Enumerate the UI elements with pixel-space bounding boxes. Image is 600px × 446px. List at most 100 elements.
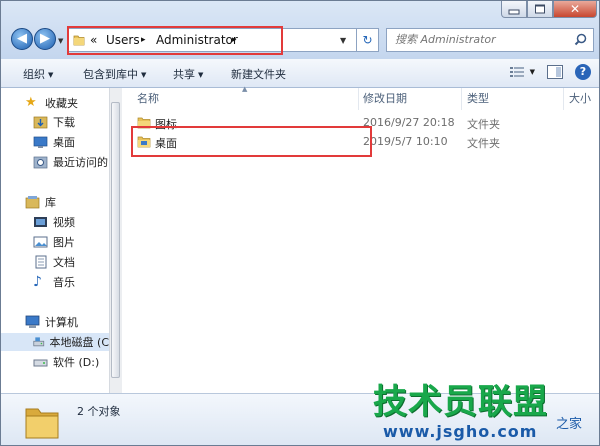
navigation-pane: ★ 收藏夹 下载 桌面 最近访问的 库 视频 图片 文档 ♪ 音乐 计算机 本地… [1, 88, 109, 393]
arrow-right-icon: ▶ [40, 31, 50, 46]
nav-item-label: 最近访问的 [53, 156, 108, 169]
breadcrumb-separator[interactable]: ▸ [232, 35, 237, 45]
computer-icon [25, 315, 40, 328]
nav-item-label: 视频 [53, 216, 75, 229]
nav-item-label: 本地磁盘 (C [49, 336, 109, 349]
nav-item-label: 下载 [53, 116, 75, 129]
item-count: 2 个对象 [77, 405, 121, 418]
file-row[interactable]: 图标 2016/9/27 20:18 文件夹 [122, 114, 599, 132]
nav-favorites[interactable]: ★ 收藏夹 [25, 94, 78, 112]
search-icon[interactable] [574, 33, 587, 46]
nav-item-music[interactable]: ♪ 音乐 [33, 273, 75, 291]
watermark-title: 技术员联盟 [373, 382, 548, 422]
scrollbar-thumb[interactable] [111, 102, 120, 378]
recent-locations-dropdown[interactable]: ▼ [58, 37, 63, 45]
nav-item-documents[interactable]: 文档 [33, 253, 75, 271]
search-input[interactable] [393, 32, 573, 47]
nav-item-label: 文档 [53, 256, 75, 269]
view-controls: ▼ ? [509, 64, 591, 80]
maximize-button[interactable] [527, 1, 553, 18]
nav-item-recent[interactable]: 最近访问的 [33, 153, 108, 171]
nav-computer[interactable]: 计算机 [25, 313, 78, 331]
folder-icon [137, 117, 151, 129]
nav-item-drive-c[interactable]: 本地磁盘 (C [1, 333, 109, 351]
music-note-icon: ♪ [33, 274, 42, 290]
column-divider[interactable] [563, 88, 564, 110]
preview-pane-icon[interactable] [547, 65, 563, 79]
title-bar: ✕ ◀ ▶ ▼ « Users ▸ Administrator ▸ ▼ ↻ [1, 1, 599, 59]
refresh-button[interactable]: ↻ [357, 28, 379, 52]
navigation-scrollbar[interactable] [109, 88, 122, 393]
forward-button[interactable]: ▶ [34, 28, 56, 50]
column-header-modified[interactable]: 修改日期 [363, 90, 407, 106]
window-controls: ✕ [501, 1, 597, 18]
address-history-dropdown[interactable]: ▼ [340, 36, 346, 45]
file-list: ▲ 名称 修改日期 类型 大小 图标 2016/9/27 20:18 文件夹 桌… [122, 85, 599, 393]
nav-item-label: 音乐 [53, 276, 75, 289]
file-row[interactable]: 桌面 2019/5/7 10:10 文件夹 [122, 133, 599, 151]
column-divider[interactable] [461, 88, 462, 110]
search-box[interactable] [386, 28, 594, 52]
include-in-library-label: 包含到库中 [83, 68, 138, 81]
change-view-button[interactable]: ▼ [509, 66, 535, 78]
watermark-suffix: 之家 [556, 417, 583, 432]
star-icon: ★ [25, 95, 37, 110]
organize-menu[interactable]: 组织 ▼ [23, 66, 53, 82]
file-type: 文件夹 [467, 137, 500, 150]
help-icon[interactable]: ? [575, 64, 591, 80]
folder-icon [73, 35, 85, 46]
downloads-folder-icon [33, 116, 48, 129]
breadcrumb-administrator[interactable]: Administrator [156, 33, 238, 47]
folder-icon [25, 408, 59, 439]
watermark-url: www.jsgho.com [383, 422, 538, 441]
file-type: 文件夹 [467, 118, 500, 131]
share-menu[interactable]: 共享 ▼ [173, 66, 203, 82]
breadcrumb-users[interactable]: Users [106, 33, 140, 47]
file-name: 图标 [155, 118, 177, 131]
arrow-left-icon: ◀ [17, 31, 27, 46]
chevron-down-icon: ▼ [141, 71, 147, 79]
chevron-down-icon: ▼ [48, 71, 54, 79]
address-bar[interactable]: « Users ▸ Administrator ▸ [67, 28, 357, 52]
command-bar: 组织 ▼ 包含到库中 ▼ 共享 ▼ 新建文件夹 ▼ ? [1, 59, 599, 88]
nav-libraries[interactable]: 库 [25, 193, 56, 211]
organize-label: 组织 [23, 68, 45, 81]
maximize-icon [535, 4, 545, 14]
file-modified: 2019/5/7 10:10 [363, 135, 448, 148]
chevron-down-icon: ▼ [198, 71, 204, 79]
nav-computer-label: 计算机 [45, 316, 78, 329]
system-drive-icon [33, 337, 45, 347]
desktop-icon [33, 136, 48, 148]
drive-icon [33, 359, 48, 367]
new-folder-button[interactable]: 新建文件夹 [231, 66, 286, 82]
column-divider[interactable] [358, 88, 359, 110]
file-name: 桌面 [155, 137, 177, 150]
nav-item-label: 软件 (D:) [53, 356, 100, 369]
chevron-down-icon: ▼ [529, 68, 535, 76]
close-button[interactable]: ✕ [553, 1, 597, 18]
nav-item-downloads[interactable]: 下载 [33, 113, 75, 131]
column-header-name[interactable]: 名称 [137, 90, 159, 106]
documents-icon [35, 255, 47, 269]
address-overflow-chevron[interactable]: « [90, 33, 97, 47]
nav-item-desktop[interactable]: 桌面 [33, 133, 75, 151]
pictures-icon [33, 236, 48, 248]
include-in-library-menu[interactable]: 包含到库中 ▼ [83, 66, 146, 82]
breadcrumb-separator[interactable]: ▸ [141, 35, 146, 45]
nav-item-drive-d[interactable]: 软件 (D:) [33, 353, 99, 371]
library-icon [25, 196, 40, 209]
nav-item-label: 桌面 [53, 136, 75, 149]
nav-item-pictures[interactable]: 图片 [33, 233, 75, 251]
recent-places-icon [33, 156, 48, 169]
nav-item-label: 图片 [53, 236, 75, 249]
file-modified: 2016/9/27 20:18 [363, 116, 455, 129]
column-header-size[interactable]: 大小 [569, 90, 591, 106]
nav-libraries-label: 库 [45, 196, 56, 209]
nav-favorites-label: 收藏夹 [45, 97, 78, 110]
back-button[interactable]: ◀ [11, 28, 33, 50]
close-icon: ✕ [569, 2, 581, 16]
column-header-type[interactable]: 类型 [467, 90, 489, 106]
minimize-button[interactable] [501, 1, 527, 18]
share-label: 共享 [173, 68, 195, 81]
nav-item-videos[interactable]: 视频 [33, 213, 75, 231]
